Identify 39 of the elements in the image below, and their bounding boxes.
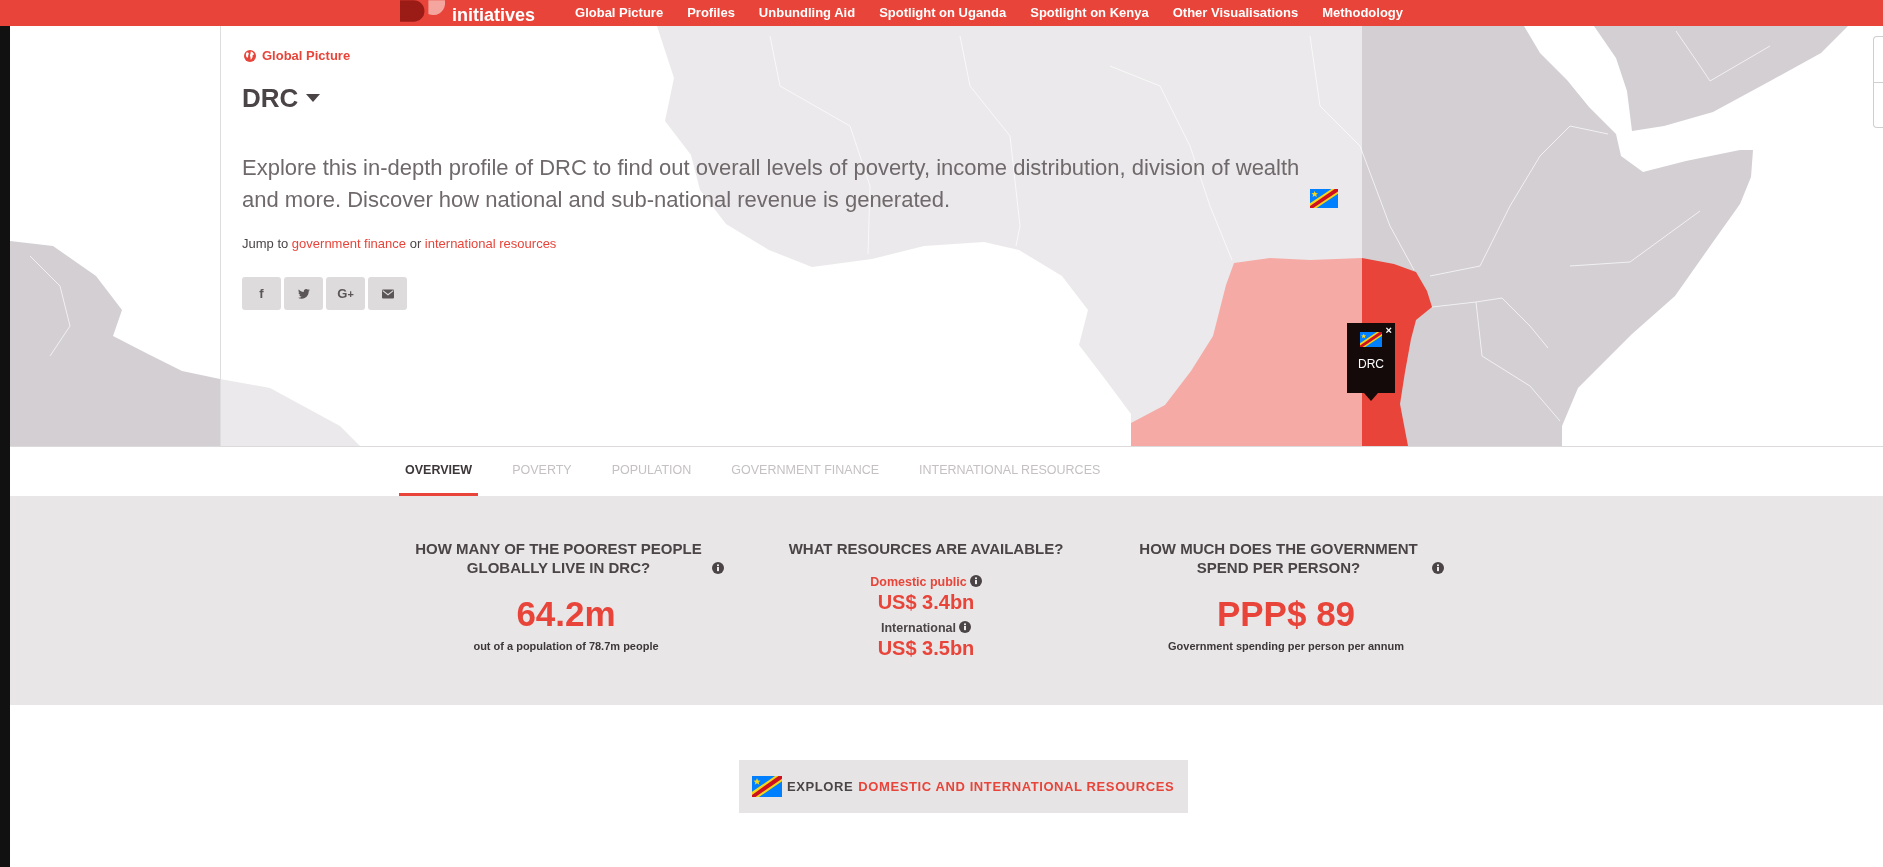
stat-value: PPP$ 89 xyxy=(1216,594,1356,634)
country-dropdown[interactable]: DRC xyxy=(242,82,321,114)
resource-value: US$ 3.4bn xyxy=(877,590,975,614)
resource-label: Domestic public xyxy=(870,574,967,590)
nav-link[interactable]: Profiles xyxy=(687,5,735,21)
resource-label: International xyxy=(881,620,956,636)
profile-description: Explore this in-depth profile of DRC to find out overall levels of poverty, income distribution, division of wealth and more. Discover how national and sub-national revenue is generated. xyxy=(242,154,1301,214)
explore-button[interactable]: EXPLORE DOMESTIC AND INTERNATIONAL RESOURCES xyxy=(739,760,1189,813)
share-button[interactable] xyxy=(284,277,323,310)
share-button[interactable]: f xyxy=(242,277,281,310)
stat-heading: WHAT RESOURCES ARE AVAILABLE? xyxy=(788,539,1064,558)
jump-to-text: Jump to government finance or international resources xyxy=(242,235,557,253)
flag-icon xyxy=(1360,332,1382,347)
stat-caption: Government spending per person per annum xyxy=(1168,639,1404,653)
stat-heading: HOW MANY OF THE POOREST PEOPLE GLOBALLY LIVE IN DRC? xyxy=(414,539,703,577)
flag-icon xyxy=(1310,189,1338,208)
share-button[interactable] xyxy=(368,277,407,310)
nav-link[interactable]: Global Picture xyxy=(575,5,664,21)
nav-link[interactable]: Unbundling Aid xyxy=(758,5,856,21)
flag-icon xyxy=(752,776,782,797)
nav-link[interactable]: Other Visualisations xyxy=(1172,5,1299,21)
stat-value: 64.2m xyxy=(516,594,616,634)
resource-value: US$ 3.5bn xyxy=(877,636,975,660)
stat-caption: out of a population of 78.7m people xyxy=(473,639,659,653)
nav-link[interactable]: Spotlight on Kenya xyxy=(1030,5,1149,21)
bird-icon xyxy=(297,288,310,299)
logo-icon xyxy=(400,0,445,22)
logo-text: initiatives xyxy=(452,4,536,26)
envelope-icon xyxy=(381,288,394,299)
caret-icon xyxy=(306,94,321,102)
stat-heading: HOW MUCH DOES THE GOVERNMENT SPEND PER PERSON? xyxy=(1138,539,1419,577)
nav-link[interactable]: Methodology xyxy=(1322,5,1404,21)
breadcrumb-link[interactable]: Global Picture xyxy=(244,46,351,66)
globe-icon xyxy=(244,50,256,62)
tooltip-label: DRC xyxy=(1358,356,1384,372)
jump-link[interactable]: government finance xyxy=(291,236,407,251)
jump-link[interactable]: international resources xyxy=(424,236,557,251)
close-button[interactable]: × xyxy=(1385,324,1392,336)
nav-link[interactable]: Spotlight on Uganda xyxy=(879,5,1007,21)
